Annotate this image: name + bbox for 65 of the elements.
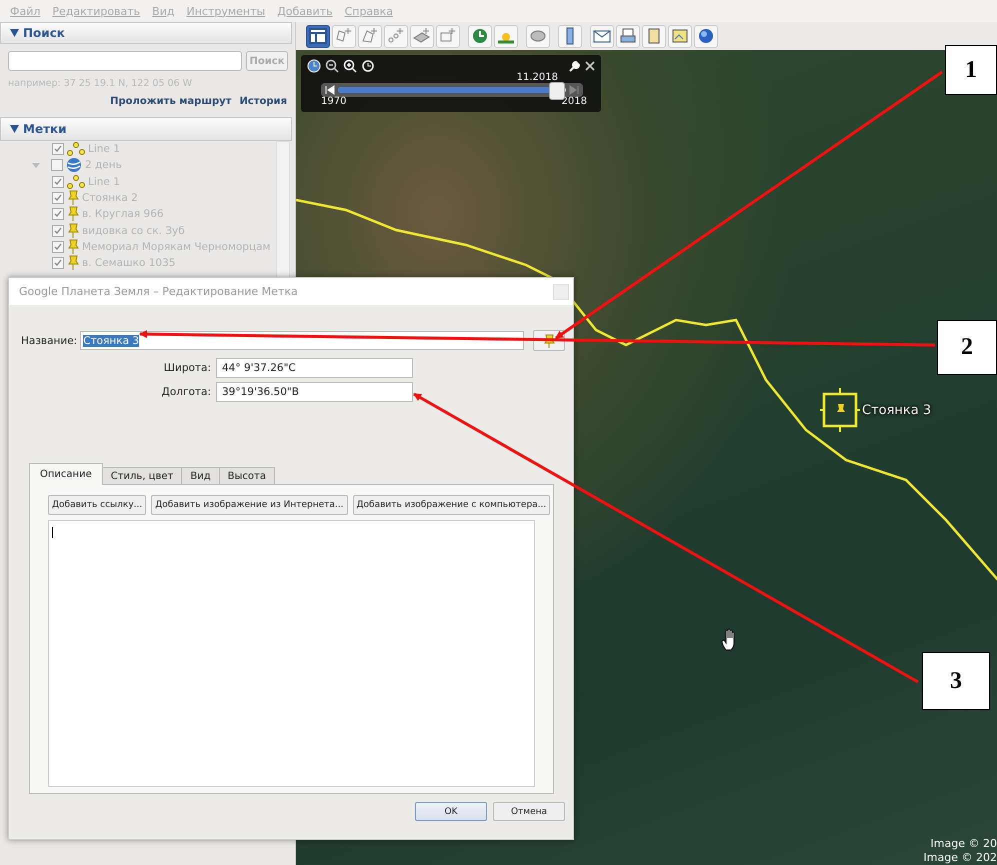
toolbar-button[interactable] bbox=[306, 24, 330, 48]
image-credit: Image © 20 bbox=[930, 837, 997, 851]
pushpin-icon bbox=[543, 334, 555, 348]
skip-start-icon bbox=[325, 85, 335, 95]
link[interactable]: Проложить маршрут bbox=[110, 96, 232, 107]
panel-header[interactable]: Метки bbox=[0, 117, 292, 141]
button[interactable]: Добавить ссылку... bbox=[48, 495, 146, 515]
tab[interactable]: Стиль, цвет bbox=[102, 467, 182, 485]
button[interactable]: OK bbox=[415, 802, 487, 821]
pushpin-icon bbox=[67, 222, 79, 239]
slider-end-label: 2018 bbox=[562, 97, 587, 107]
placemark-icon bbox=[820, 388, 860, 432]
panel-header[interactable]: Поиск bbox=[0, 22, 292, 44]
checkbox[interactable] bbox=[52, 224, 64, 237]
tab[interactable]: Описание bbox=[29, 463, 103, 485]
collapse-triangle-icon bbox=[10, 29, 19, 37]
checkbox[interactable] bbox=[51, 159, 63, 172]
field-label: Долгота: bbox=[160, 386, 211, 398]
pushpin-icon bbox=[67, 190, 79, 206]
link[interactable]: История bbox=[239, 96, 287, 107]
tab[interactable]: Вид bbox=[181, 467, 220, 485]
checkbox[interactable] bbox=[52, 192, 64, 204]
button[interactable]: Отмена bbox=[493, 802, 565, 821]
close-icon bbox=[585, 61, 595, 71]
checkbox[interactable] bbox=[52, 240, 64, 253]
pushpin-icon bbox=[67, 206, 79, 222]
slider-start-label: 1970 bbox=[321, 97, 346, 107]
image-credit: Image © 202 bbox=[924, 851, 997, 865]
zoom-in-icon bbox=[343, 59, 357, 73]
wrench-icon bbox=[569, 60, 581, 72]
tab[interactable]: Высота bbox=[218, 467, 275, 485]
globe-icon bbox=[696, 26, 716, 46]
callout-number: 3 bbox=[922, 652, 990, 710]
button[interactable]: Добавить изображение из Интернета... bbox=[151, 495, 348, 515]
text-cursor bbox=[52, 527, 53, 538]
checkbox[interactable] bbox=[52, 176, 64, 188]
clock-icon bbox=[470, 26, 490, 46]
checkbox[interactable] bbox=[52, 257, 64, 270]
path-icon bbox=[67, 142, 85, 156]
path-icon bbox=[67, 174, 85, 189]
panel-title: Поиск bbox=[23, 26, 65, 40]
clock-icon bbox=[307, 59, 321, 73]
field-label: Название: bbox=[21, 334, 78, 346]
field-label: Широта: bbox=[162, 362, 211, 374]
callout-number: 2 bbox=[937, 320, 997, 375]
checkbox[interactable] bbox=[52, 208, 64, 220]
clock-settings-icon bbox=[361, 59, 375, 73]
dialog-title: Google Планета Земля – Редактирование Метка bbox=[19, 285, 298, 298]
coordinate-field[interactable]: 39°19'36.50"В bbox=[216, 382, 413, 402]
button[interactable]: Добавить изображение с компьютера... bbox=[352, 495, 550, 515]
placemark-label: Стоянка 3 bbox=[862, 402, 932, 418]
pushpin-icon bbox=[67, 238, 79, 255]
skip-end-icon bbox=[569, 85, 579, 95]
description-field[interactable] bbox=[48, 520, 535, 787]
globe-icon bbox=[66, 157, 82, 174]
checkbox[interactable] bbox=[52, 143, 64, 156]
sidebar-icon bbox=[308, 26, 328, 46]
panel-title: Метки bbox=[23, 122, 67, 136]
coordinate-field[interactable]: 44° 9'37.26"С bbox=[216, 358, 413, 378]
slider-date-label: 11.2018 bbox=[516, 73, 559, 83]
pushpin-icon bbox=[67, 255, 79, 272]
callout-number: 1 bbox=[945, 45, 997, 95]
collapse-triangle-icon bbox=[10, 125, 19, 133]
search-field[interactable] bbox=[8, 51, 242, 71]
zoom-out-icon bbox=[325, 59, 339, 73]
